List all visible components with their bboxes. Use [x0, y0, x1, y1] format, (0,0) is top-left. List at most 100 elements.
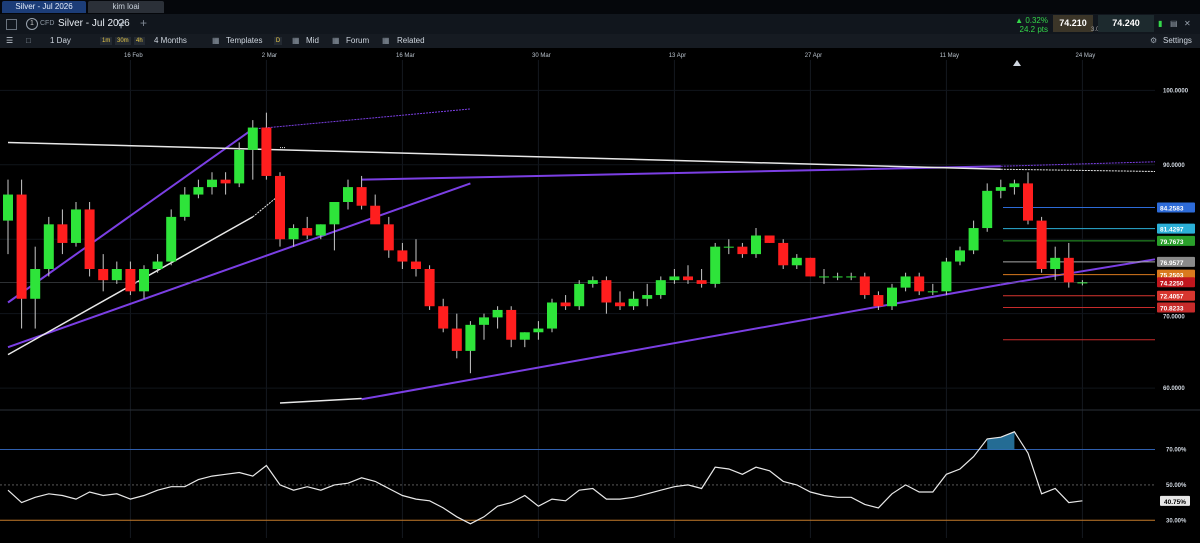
forum-icon: ▦: [332, 36, 340, 45]
rsi-axis-label: 70.00%: [1166, 448, 1187, 454]
candle: [723, 239, 734, 255]
candle: [1009, 179, 1020, 195]
y-axis-label: 100.0000: [1163, 88, 1189, 94]
candle-body: [152, 261, 163, 269]
settings-gear-icon[interactable]: ⚙: [1150, 36, 1157, 46]
candle-body: [98, 269, 109, 281]
candle-body: [696, 280, 707, 284]
price-tag-label: 74.2250: [1160, 280, 1184, 287]
price-tag: 70.8233: [1157, 302, 1195, 313]
candle: [560, 295, 571, 310]
candle: [995, 179, 1006, 199]
sell-price-button[interactable]: 74.210: [1053, 15, 1093, 32]
candle: [927, 283, 938, 296]
buy-price-button[interactable]: 74.240: [1098, 15, 1154, 32]
candle-body: [329, 202, 340, 225]
candle: [764, 235, 775, 243]
range-select[interactable]: 4 Months: [154, 36, 187, 46]
price-tag: 72.4057: [1157, 290, 1195, 301]
candle: [397, 242, 408, 269]
forum-button[interactable]: Forum: [346, 36, 369, 46]
candle-body: [1023, 183, 1033, 221]
candle: [424, 265, 435, 310]
white-lower-line: [279, 397, 362, 404]
price-tag: 76.9577: [1157, 256, 1195, 267]
horizontal-resistance-line: [361, 165, 1001, 181]
layout-icon[interactable]: [6, 19, 17, 30]
candle-body: [574, 283, 585, 307]
candle: [846, 272, 857, 281]
ticket-icon[interactable]: ▤: [1170, 19, 1178, 28]
price-tag-label: 76.9577: [1160, 260, 1184, 267]
candle: [370, 194, 381, 225]
search-icon[interactable]: ⚲: [117, 17, 125, 30]
upper-channel-extension: [252, 108, 471, 130]
lower-channel-line: [7, 182, 471, 349]
add-chart-icon[interactable]: +: [140, 16, 147, 30]
rising-support-extension: [1000, 258, 1156, 286]
resistance-extension: [1000, 161, 1156, 167]
candle: [778, 239, 789, 269]
candle: [98, 254, 109, 292]
candle: [179, 187, 190, 221]
candle: [30, 246, 41, 329]
candle-body: [791, 257, 802, 266]
candle-body: [519, 332, 530, 340]
candle: [547, 298, 557, 333]
close-icon[interactable]: ✕: [1184, 19, 1191, 28]
candle-body: [615, 302, 625, 307]
candle-body: [302, 228, 313, 236]
interval-4h-button[interactable]: 4h: [134, 37, 145, 45]
interval-1m-button[interactable]: 1m: [100, 37, 113, 45]
price-chart[interactable]: 16 Feb 2 Mar 16 Mar 30 Mar 13 Apr 27 Apr 11 Ma…: [0, 48, 1200, 543]
change-points: 24.2 pts: [1019, 25, 1048, 34]
calendar-icon[interactable]: □: [26, 36, 31, 46]
candle: [193, 179, 204, 199]
candle: [302, 216, 313, 240]
candle: [43, 216, 54, 277]
candle-body: [3, 194, 13, 221]
x-axis-label: 16 Feb: [124, 53, 143, 59]
candle-body: [30, 269, 41, 299]
candle-body: [737, 246, 748, 255]
candle: [356, 175, 367, 210]
candle-body: [1063, 257, 1074, 283]
price-type-select[interactable]: Mid: [306, 36, 319, 46]
x-axis-label: 11 May: [940, 53, 959, 59]
candle-body: [247, 127, 258, 150]
settings-button[interactable]: Settings: [1163, 36, 1192, 46]
trade-icon[interactable]: ▮: [1158, 19, 1162, 28]
candle-body: [139, 269, 149, 292]
candle: [1023, 172, 1033, 225]
candle-body: [941, 261, 952, 292]
candle: [1036, 216, 1047, 273]
candle-body: [71, 209, 81, 243]
d-button[interactable]: D: [274, 37, 282, 45]
tab-kim-loai[interactable]: kim loai: [88, 1, 164, 13]
candle: [220, 172, 231, 195]
candle: [71, 202, 81, 247]
interval-select[interactable]: 1 Day: [50, 36, 71, 46]
candle: [955, 246, 965, 266]
interval-30m-button[interactable]: 30m: [115, 37, 131, 45]
candle: [438, 298, 449, 333]
tab-silver-jul-2026[interactable]: Silver - Jul 2026: [2, 1, 86, 13]
change-percent: ▲ 0.32%: [1015, 16, 1048, 25]
menu-icon[interactable]: ☰: [6, 36, 13, 46]
candle: [941, 257, 952, 296]
candle-body: [166, 216, 177, 262]
related-button[interactable]: Related: [397, 36, 425, 46]
candle: [506, 306, 517, 348]
price-tag-label: 70.8233: [1160, 306, 1184, 313]
price-tag-label: 81.4297: [1160, 227, 1184, 234]
candle: [125, 261, 136, 296]
candle-body: [57, 224, 68, 243]
x-axis-label: 30 Mar: [532, 53, 551, 59]
templates-button[interactable]: Templates: [226, 36, 262, 46]
candle-body: [275, 175, 285, 240]
price-tag-label: 79.7673: [1160, 239, 1184, 246]
x-axis-label: 2 Mar: [262, 53, 277, 59]
candle-body: [288, 228, 299, 240]
candle-body: [900, 276, 911, 288]
candle-body: [560, 302, 571, 307]
